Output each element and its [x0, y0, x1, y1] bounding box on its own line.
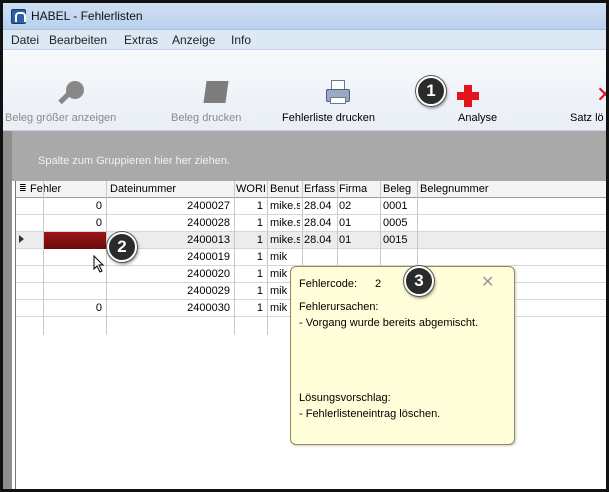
- menu-bar: Datei Bearbeiten Extras Anzeige Info: [3, 30, 606, 50]
- col-erfass[interactable]: Erfass: [304, 183, 335, 195]
- cell-firma: 01: [339, 234, 352, 246]
- cell-beleg: [383, 251, 415, 265]
- cell-beleg: 0015: [383, 234, 408, 246]
- cell-wori: 1: [256, 285, 263, 297]
- title-bar: HABEL - Fehlerlisten: [3, 3, 606, 30]
- beleg-drucken-label: Beleg drucken: [171, 112, 242, 124]
- cell-wori: 1: [256, 234, 263, 246]
- cell-erfass: [304, 251, 335, 265]
- cell-erfass: 28.04: [304, 234, 332, 246]
- fehlerliste-drucken-label: Fehlerliste drucken: [282, 112, 375, 124]
- table-row[interactable]: 2400013 1 mike.s 28.04 01 0015: [16, 232, 606, 249]
- beleg-groesser-button[interactable]: Beleg größer anzeigen: [3, 50, 133, 131]
- tooltip-ursachen-text: - Vorgang wurde bereits abgemischt.: [299, 317, 479, 329]
- cell-dateinummer: 2400028: [187, 217, 230, 229]
- cell-beleg: 0005: [383, 217, 408, 229]
- close-icon[interactable]: ✕: [481, 272, 494, 291]
- tooltip-loesung-text: - Fehlerlisteneintrag löschen.: [299, 408, 441, 420]
- cell-dateinummer: 2400029: [187, 285, 230, 297]
- beleg-groesser-label: Beleg größer anzeigen: [5, 112, 117, 124]
- col-dateinummer[interactable]: Dateinummer: [110, 183, 220, 195]
- step-badge-2: 2: [107, 232, 137, 262]
- menu-info[interactable]: Info: [231, 33, 251, 47]
- cell-erfass: 28.04: [304, 217, 332, 229]
- cell-wori: 1: [256, 251, 263, 263]
- menu-anzeige[interactable]: Anzeige: [172, 33, 215, 47]
- add-plus-icon: [457, 85, 479, 107]
- cell-benut: mike.s: [270, 217, 300, 229]
- cell-wori: 1: [256, 217, 263, 229]
- cell-dateinummer: 2400020: [187, 268, 230, 280]
- col-firma[interactable]: Firma: [339, 183, 379, 195]
- table-row[interactable]: 0 2400028 1 mike.s 28.04 01 0005: [16, 215, 606, 232]
- cell-wori: 1: [256, 200, 263, 212]
- grid-header: ≣ Fehler Dateinummer WORI Benut Erfass F…: [16, 181, 606, 198]
- cell-wori: 1: [256, 268, 263, 280]
- cell-wori: 1: [256, 302, 263, 314]
- col-fehler[interactable]: Fehler: [30, 183, 90, 195]
- cell-dateinummer: 2400030: [187, 302, 230, 314]
- menu-extras[interactable]: Extras: [124, 33, 158, 47]
- tooltip-fehlercode-value: 2: [375, 278, 382, 290]
- tooltip-ursachen-label: Fehlerursachen:: [299, 301, 379, 313]
- col-belegnummer[interactable]: Belegnummer: [420, 183, 520, 195]
- toolbar: Beleg größer anzeigen Beleg drucken Fehl…: [3, 50, 606, 131]
- cell-benut: mik: [270, 251, 288, 263]
- table-row[interactable]: 0 2400027 1 mike.s 28.04 02 0001: [16, 198, 606, 215]
- cell-benut: mike.s: [270, 200, 300, 212]
- menu-bearbeiten[interactable]: Bearbeiten: [49, 33, 107, 47]
- col-wori[interactable]: WORI: [236, 183, 268, 195]
- app-logo-icon: [11, 9, 26, 24]
- fehlerliste-drucken-button[interactable]: Fehlerliste drucken: [273, 50, 393, 131]
- cell-erfass: 28.04: [304, 200, 332, 212]
- window-title: HABEL - Fehlerlisten: [31, 9, 143, 23]
- group-panel-hint: Spalte zum Gruppieren hier her ziehen.: [38, 155, 230, 167]
- cell-firma: 02: [339, 200, 352, 212]
- analyse-label: Analyse: [458, 112, 498, 124]
- cell-firma: [339, 251, 377, 265]
- cell-beleg: 0001: [383, 200, 408, 212]
- row-pointer-icon: [19, 235, 24, 243]
- cell-fehler: 0: [95, 200, 102, 212]
- menu-datei[interactable]: Datei: [11, 33, 39, 47]
- left-scrollbar[interactable]: [3, 131, 12, 489]
- mouse-cursor-icon: [93, 255, 105, 273]
- cell-dateinummer: 2400027: [187, 200, 230, 212]
- cell-fehler: [44, 285, 102, 299]
- printer-icon: [326, 80, 352, 106]
- satz-loeschen-label: Satz lö: [570, 112, 604, 124]
- delete-x-icon: ✕: [596, 83, 606, 108]
- cell-fehler: [44, 234, 102, 248]
- cell-firma: 01: [339, 217, 352, 229]
- col-beleg[interactable]: Beleg: [383, 183, 416, 195]
- cell-fehler: 0: [95, 302, 102, 314]
- cell-fehler: 0: [95, 217, 102, 229]
- step-badge-1: 1: [416, 76, 446, 106]
- cell-benut: mike.s: [270, 234, 300, 246]
- tooltip-fehlercode-label: Fehlercode:: [299, 278, 358, 290]
- column-chooser-icon[interactable]: ≣: [19, 183, 27, 194]
- application-window: HABEL - Fehlerlisten Datei Bearbeiten Ex…: [0, 0, 609, 492]
- group-panel[interactable]: Spalte zum Gruppieren hier her ziehen.: [12, 131, 606, 181]
- beleg-drucken-button[interactable]: Beleg drucken: [138, 50, 258, 131]
- tooltip-loesung-label: Lösungsvorschlag:: [299, 392, 391, 404]
- step-badge-3: 3: [404, 266, 434, 296]
- document-print-icon: [203, 81, 231, 105]
- error-tooltip: Fehlercode: 2 ✕ Fehlerursachen: - Vorgan…: [290, 266, 515, 445]
- col-benut[interactable]: Benut: [270, 183, 301, 195]
